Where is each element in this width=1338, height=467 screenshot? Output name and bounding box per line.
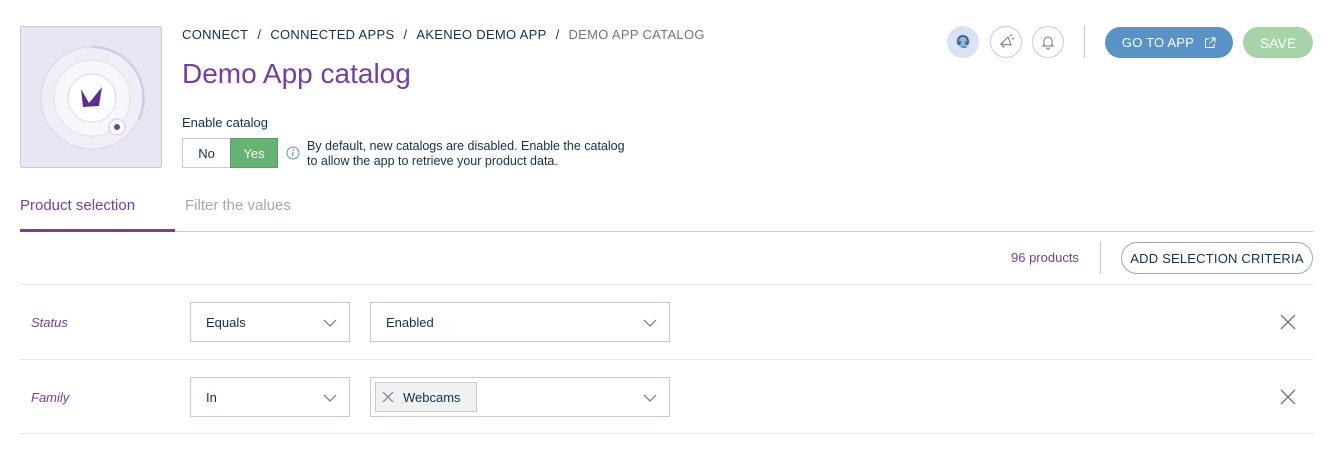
- help-center-button[interactable]: [947, 26, 979, 58]
- info-icon: [286, 146, 300, 160]
- criteria-field-label: Status: [31, 315, 68, 330]
- app-illustration: [20, 26, 162, 168]
- chevron-down-icon: [643, 394, 657, 402]
- criteria-row-family: Family In Webcams: [20, 359, 1313, 434]
- family-multiselect[interactable]: Webcams: [370, 377, 670, 417]
- chevron-down-icon: [323, 319, 337, 327]
- add-selection-criteria-button[interactable]: ADD SELECTION CRITERIA: [1121, 242, 1313, 274]
- breadcrumb-separator: /: [403, 27, 408, 42]
- chevron-down-icon: [323, 394, 337, 402]
- page-title: Demo App catalog: [182, 58, 411, 89]
- chip-label: Webcams: [403, 389, 461, 405]
- toolbar-divider: [1100, 242, 1101, 274]
- remove-criteria-icon[interactable]: [1279, 388, 1297, 406]
- enable-no-button[interactable]: No: [182, 138, 230, 168]
- tab-filter-the-values[interactable]: Filter the values: [185, 197, 291, 232]
- operator-value: In: [206, 389, 217, 405]
- enable-catalog-toggle: No Yes: [182, 138, 278, 168]
- chevron-down-icon: [643, 319, 657, 327]
- help-text: By default, new catalogs are disabled. E…: [307, 139, 625, 168]
- tab-bar: Product selection Filter the values: [20, 197, 1313, 232]
- operator-select[interactable]: In: [190, 377, 350, 417]
- announcements-button[interactable]: [990, 26, 1022, 58]
- tab-product-selection[interactable]: Product selection: [20, 197, 175, 232]
- breadcrumb-separator: /: [555, 27, 560, 42]
- criteria-field-label: Family: [31, 390, 70, 405]
- save-button[interactable]: SAVE: [1243, 27, 1313, 58]
- product-count: 96 products: [1011, 250, 1079, 265]
- enable-catalog-help: By default, new catalogs are disabled. E…: [286, 139, 637, 169]
- operator-select[interactable]: Equals: [190, 302, 350, 342]
- external-link-icon: [1205, 37, 1216, 48]
- enable-yes-button[interactable]: Yes: [230, 138, 278, 168]
- breadcrumb-demo-app-catalog: DEMO APP CATALOG: [568, 27, 705, 42]
- go-to-app-button[interactable]: GO TO APP: [1105, 27, 1233, 58]
- bell-icon: [1041, 36, 1055, 50]
- value-select[interactable]: Enabled: [370, 302, 670, 342]
- breadcrumb-separator: /: [257, 27, 262, 42]
- remove-chip-icon[interactable]: [382, 391, 394, 403]
- megaphone-icon: [999, 34, 1015, 48]
- breadcrumb: CONNECT / CONNECTED APPS / AKENEO DEMO A…: [182, 27, 705, 42]
- selected-value: Enabled: [386, 314, 434, 330]
- breadcrumb-connected-apps[interactable]: CONNECTED APPS: [270, 27, 394, 42]
- criteria-row-status: Status Equals Enabled: [20, 284, 1313, 359]
- operator-value: Equals: [206, 314, 246, 330]
- go-to-app-label: GO TO APP: [1121, 35, 1195, 50]
- notifications-button[interactable]: [1032, 26, 1064, 58]
- family-chip: Webcams: [375, 382, 477, 412]
- breadcrumb-akeneo-demo-app[interactable]: AKENEO DEMO APP: [416, 27, 546, 42]
- breadcrumb-connect[interactable]: CONNECT: [182, 27, 248, 42]
- remove-criteria-icon[interactable]: [1279, 313, 1297, 331]
- help-center-icon: [956, 34, 970, 48]
- enable-catalog-label: Enable catalog: [182, 115, 269, 130]
- header-divider: [1084, 26, 1085, 58]
